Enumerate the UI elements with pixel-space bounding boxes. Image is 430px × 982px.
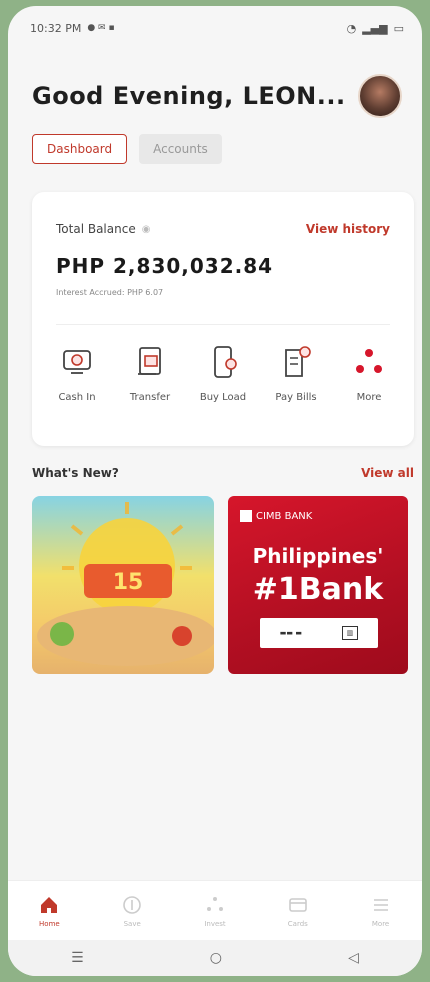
action-label: Buy Load xyxy=(199,392,247,403)
greeting-title: Good Evening, LEON... xyxy=(32,82,346,110)
promo-headline-line2: #1Bank xyxy=(252,572,384,607)
balance-card: Total Balance ◉ View history PHP 2,830,0… xyxy=(32,192,414,446)
award-badge: ▬▬ ▬ ▥ xyxy=(260,618,378,648)
nav-save[interactable]: Save xyxy=(102,894,162,928)
action-label: More xyxy=(356,392,382,403)
nav-invest[interactable]: Invest xyxy=(185,894,245,928)
nav-label: Save xyxy=(123,920,141,928)
action-label: Cash In xyxy=(58,392,96,403)
notification-icons: ● ✉ ▪ xyxy=(87,23,115,33)
view-all-link[interactable]: View all xyxy=(361,466,414,480)
signal-icon: ▂▄▆ xyxy=(362,21,388,35)
nav-more[interactable]: More xyxy=(351,894,411,928)
more-button[interactable]: More xyxy=(334,342,404,403)
header: Good Evening, LEON... xyxy=(32,72,402,120)
cimb-logo-icon xyxy=(240,510,252,522)
status-time: 10:32 PM xyxy=(30,21,82,35)
promo-banner-summer[interactable]: 15 xyxy=(32,496,214,674)
home-icon xyxy=(41,897,58,913)
award-logo-icon: ▥ xyxy=(341,626,359,640)
interest-accrued: Interest Accrued: PHP 6.07 xyxy=(56,288,164,297)
phone-screen: 10:32 PM ● ✉ ▪ ◔ ▂▄▆ ▭ Good Evening, LEO… xyxy=(8,6,422,976)
tab-bar: Dashboard Accounts xyxy=(32,134,222,164)
buy-load-button[interactable]: Buy Load xyxy=(188,342,258,403)
cash-in-icon xyxy=(63,350,91,374)
battery-icon: ▭ xyxy=(393,21,404,35)
nav-label: Cards xyxy=(287,920,308,928)
eye-icon[interactable]: ◉ xyxy=(142,224,151,235)
more-icon xyxy=(356,349,382,373)
tab-accounts[interactable]: Accounts xyxy=(139,134,222,164)
bottom-navigation: Home Save Invest Cards More xyxy=(8,880,422,941)
menu-icon xyxy=(373,899,388,911)
promo-headline-line1: Philippines' xyxy=(252,544,384,568)
nav-label: More xyxy=(371,920,390,928)
transfer-button[interactable]: Transfer xyxy=(115,342,185,403)
view-history-link[interactable]: View history xyxy=(306,222,390,236)
recent-apps-icon[interactable]: ☰ xyxy=(71,950,84,966)
invest-icon xyxy=(206,897,223,911)
section-title: What's New? xyxy=(32,466,119,480)
balance-amount: PHP 2,830,032.84 xyxy=(56,254,274,278)
transfer-icon xyxy=(138,347,161,375)
pay-bills-icon xyxy=(285,346,311,377)
status-bar: 10:32 PM ● ✉ ▪ ◔ ▂▄▆ ▭ xyxy=(8,6,422,50)
cards-icon xyxy=(288,898,307,912)
system-navigation-bar: ☰ ○ ◁ xyxy=(8,940,422,976)
award-badge-text: ▬▬ ▬ xyxy=(279,629,303,637)
cash-in-button[interactable]: Cash In xyxy=(42,342,112,403)
nav-home[interactable]: Home xyxy=(19,894,79,928)
buy-load-icon xyxy=(214,346,237,378)
back-icon[interactable]: ◁ xyxy=(348,950,359,966)
home-circle-icon[interactable]: ○ xyxy=(210,950,222,966)
divider xyxy=(56,324,390,325)
action-label: Pay Bills xyxy=(275,392,317,403)
promo-brand: CIMB BANK xyxy=(256,510,313,522)
wifi-icon: ◔ xyxy=(346,21,357,35)
total-balance-label: Total Balance xyxy=(56,222,136,236)
svg-text:15: 15 xyxy=(113,570,144,595)
save-icon xyxy=(123,896,141,914)
pay-bills-button[interactable]: Pay Bills xyxy=(261,342,331,403)
avatar[interactable] xyxy=(358,74,402,118)
whats-new-header: What's New? View all xyxy=(32,466,414,480)
nav-label: Invest xyxy=(204,920,226,928)
promo-banner-cimb[interactable]: CIMB BANK Philippines' #1Bank ▬▬ ▬ ▥ xyxy=(228,496,408,674)
promo-artwork: 15 xyxy=(37,502,214,666)
action-label: Transfer xyxy=(129,392,171,403)
tab-dashboard[interactable]: Dashboard xyxy=(32,134,128,164)
nav-cards[interactable]: Cards xyxy=(268,894,328,928)
nav-label: Home xyxy=(39,920,60,928)
quick-actions: Cash In Transfer Buy Load Pay Bills More xyxy=(42,342,404,403)
